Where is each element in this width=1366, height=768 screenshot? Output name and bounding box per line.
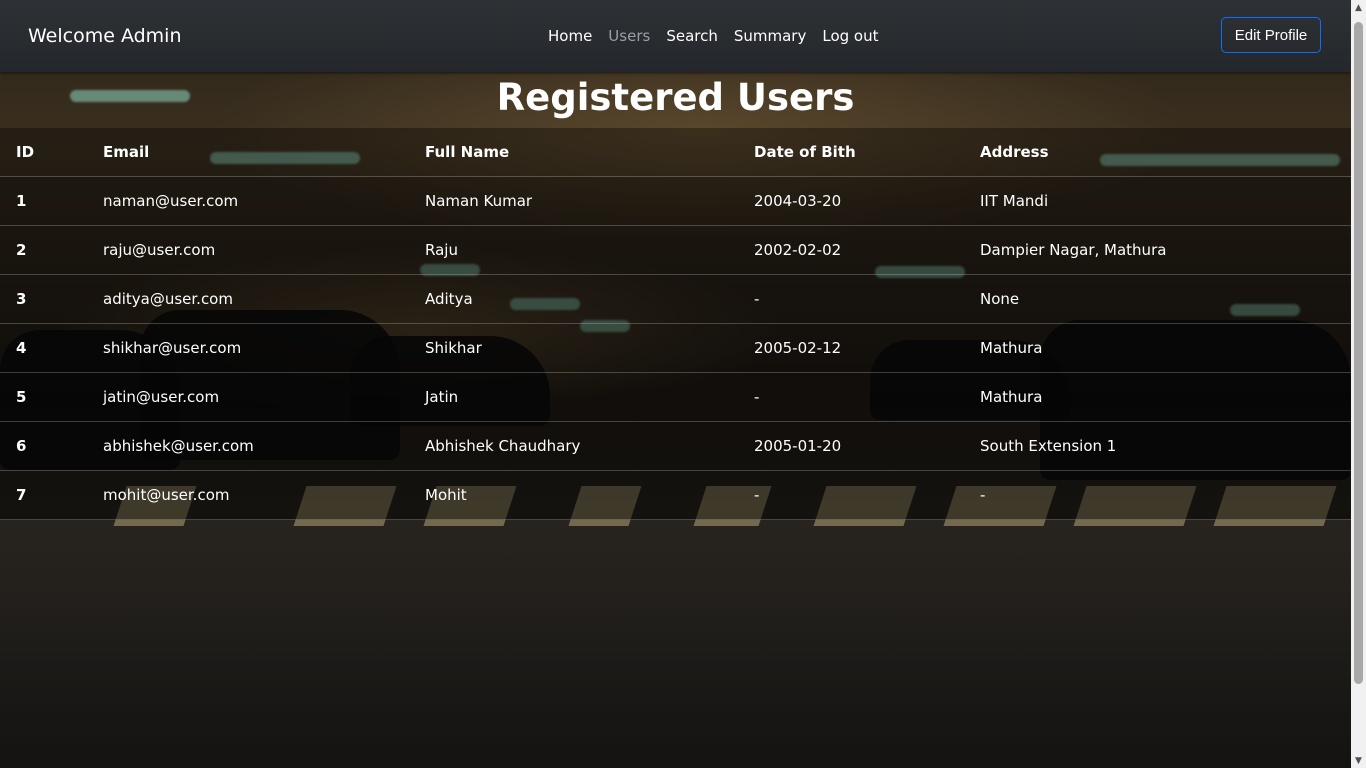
- triangle-up-icon[interactable]: ▲: [1351, 0, 1366, 15]
- cell-date-of-birth: 2002-02-02: [738, 225, 964, 275]
- cell-email: aditya@user.com: [87, 274, 409, 324]
- cell-email: abhishek@user.com: [87, 421, 409, 471]
- nav-links: Home Users Search Summary Log out: [548, 27, 879, 45]
- cell-id: 7: [0, 470, 87, 520]
- page-title: Registered Users: [496, 76, 855, 119]
- vertical-scrollbar[interactable]: ▲ ▼: [1351, 0, 1366, 768]
- top-navbar: Welcome Admin Home Users Search Summary …: [0, 0, 1351, 72]
- cell-id: 2: [0, 225, 87, 275]
- cell-full-name: Naman Kumar: [409, 176, 738, 226]
- cell-date-of-birth: -: [738, 274, 964, 324]
- scrollbar-thumb[interactable]: [1354, 22, 1363, 684]
- cell-full-name: Jatin: [409, 372, 738, 422]
- cell-id: 1: [0, 176, 87, 226]
- table-row: 6 abhishek@user.com Abhishek Chaudhary 2…: [0, 421, 1351, 471]
- cell-date-of-birth: 2005-02-12: [738, 323, 964, 373]
- cell-address: Dampier Nagar, Mathura: [964, 225, 1351, 275]
- column-header-id: ID: [0, 128, 87, 177]
- table-row: 2 raju@user.com Raju 2002-02-02 Dampier …: [0, 225, 1351, 275]
- cell-email: shikhar@user.com: [87, 323, 409, 373]
- table-row: 7 mohit@user.com Mohit - -: [0, 470, 1351, 520]
- column-header-full-name: Full Name: [409, 128, 738, 177]
- cell-date-of-birth: 2004-03-20: [738, 176, 964, 226]
- cell-date-of-birth: 2005-01-20: [738, 421, 964, 471]
- nav-link-users[interactable]: Users: [608, 27, 650, 45]
- nav-link-home[interactable]: Home: [548, 27, 592, 45]
- cell-id: 3: [0, 274, 87, 324]
- nav-link-summary[interactable]: Summary: [734, 27, 807, 45]
- cell-id: 5: [0, 372, 87, 422]
- cell-email: jatin@user.com: [87, 372, 409, 422]
- cell-full-name: Raju: [409, 225, 738, 275]
- nav-link-logout[interactable]: Log out: [822, 27, 878, 45]
- table-header-row: ID Email Full Name Date of Bith Address: [0, 128, 1351, 177]
- cell-date-of-birth: -: [738, 372, 964, 422]
- cell-email: naman@user.com: [87, 176, 409, 226]
- cell-full-name: Shikhar: [409, 323, 738, 373]
- cell-id: 6: [0, 421, 87, 471]
- cell-address: None: [964, 274, 1351, 324]
- users-table: ID Email Full Name Date of Bith Address …: [0, 128, 1351, 520]
- table-row: 4 shikhar@user.com Shikhar 2005-02-12 Ma…: [0, 323, 1351, 373]
- cell-address: Mathura: [964, 372, 1351, 422]
- cell-full-name: Mohit: [409, 470, 738, 520]
- cell-address: Mathura: [964, 323, 1351, 373]
- cell-date-of-birth: -: [738, 470, 964, 520]
- table-row: 3 aditya@user.com Aditya - None: [0, 274, 1351, 324]
- triangle-down-icon[interactable]: ▼: [1351, 753, 1366, 768]
- cell-address: -: [964, 470, 1351, 520]
- cell-address: IIT Mandi: [964, 176, 1351, 226]
- cell-id: 4: [0, 323, 87, 373]
- table-row: 1 naman@user.com Naman Kumar 2004-03-20 …: [0, 176, 1351, 226]
- cell-full-name: Aditya: [409, 274, 738, 324]
- column-header-date-of-birth: Date of Bith: [738, 128, 964, 177]
- column-header-email: Email: [87, 128, 409, 177]
- column-header-address: Address: [964, 128, 1351, 177]
- cell-email: raju@user.com: [87, 225, 409, 275]
- nav-link-search[interactable]: Search: [666, 27, 718, 45]
- cell-email: mohit@user.com: [87, 470, 409, 520]
- edit-profile-button[interactable]: Edit Profile: [1221, 17, 1321, 53]
- cell-address: South Extension 1: [964, 421, 1351, 471]
- cell-full-name: Abhishek Chaudhary: [409, 421, 738, 471]
- table-row: 5 jatin@user.com Jatin - Mathura: [0, 372, 1351, 422]
- navbar-brand[interactable]: Welcome Admin: [28, 25, 182, 47]
